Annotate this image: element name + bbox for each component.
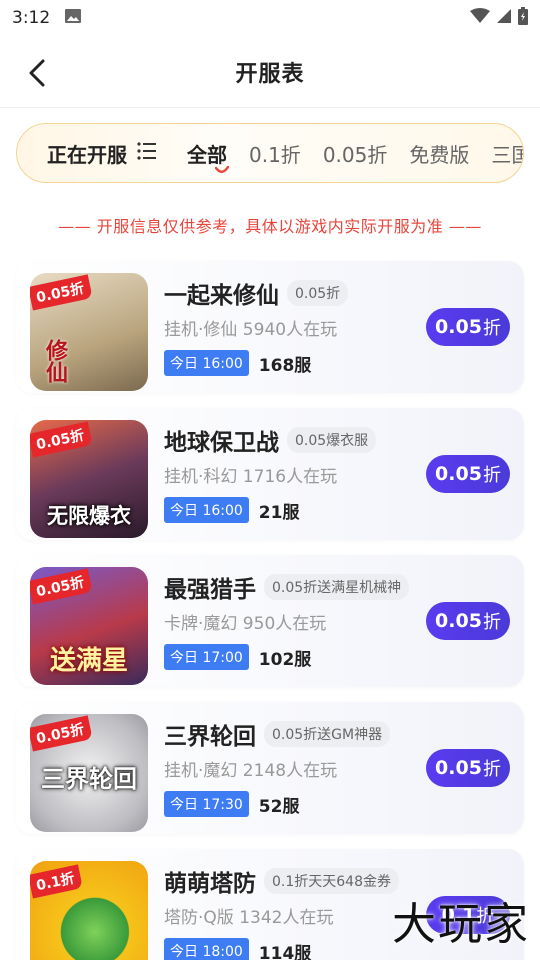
open-time: 今日 18:00 — [164, 938, 249, 960]
tab-free[interactable]: 免费版 — [409, 139, 469, 168]
page-title: 开服表 — [235, 61, 305, 87]
game-name: 最强猎手 — [164, 577, 256, 603]
chevron-left-icon — [29, 59, 45, 87]
thumbnail-title: 无限爆衣 — [47, 504, 131, 528]
tab-all-label: 全部 — [187, 142, 227, 167]
status-bar: 3:12 — [0, 0, 540, 36]
promo-badge: 0.1折天天648金券 — [264, 868, 399, 894]
battery-icon — [518, 6, 528, 30]
game-thumbnail[interactable]: 0.05折 送满星 — [30, 567, 148, 685]
cell-signal-icon — [496, 8, 512, 29]
promo-badge: 0.05折 — [287, 280, 349, 306]
discount-unit: 折 — [482, 465, 501, 486]
game-name: 地球保卫战 — [164, 430, 279, 456]
game-thumbnail[interactable]: 0.05折 修仙 — [30, 273, 148, 391]
thumbnail-discount-tag: 0.1折 — [30, 864, 83, 899]
wifi-icon — [470, 7, 490, 29]
title-bar: 开服表 — [0, 36, 540, 108]
game-card[interactable]: 0.05折 修仙 一起来修仙 0.05折 挂机·修仙 5940人在玩 今日 16… — [16, 261, 524, 393]
server-status-label: 正在开服 — [47, 142, 127, 167]
server-number: 114服 — [258, 943, 312, 960]
tab-three-kingdoms[interactable]: 三国 — [491, 139, 523, 168]
discount-unit: 折 — [482, 759, 501, 780]
list-icon — [137, 141, 157, 165]
game-name: 萌萌塔防 — [164, 871, 256, 897]
status-time: 3:12 — [12, 8, 51, 28]
watermark-logo: 大玩家 — [392, 899, 530, 950]
thumbnail-discount-tag: 0.05折 — [30, 568, 93, 605]
discount-unit: 折 — [482, 318, 501, 339]
discount-value: 0.05 — [435, 610, 482, 632]
discount-button[interactable]: 0.05 折 — [426, 308, 510, 346]
thumbnail-discount-tag: 0.05折 — [30, 274, 93, 311]
open-time: 今日 16:00 — [164, 497, 249, 523]
promo-badge: 0.05爆衣服 — [287, 427, 377, 453]
server-number: 168服 — [258, 355, 312, 376]
thumbnail-discount-tag: 0.05折 — [30, 421, 93, 458]
active-tab-indicator — [215, 165, 229, 173]
thumbnail-title: 修仙 — [42, 339, 67, 383]
game-list: 0.05折 修仙 一起来修仙 0.05折 挂机·修仙 5940人在玩 今日 16… — [0, 237, 540, 960]
image-notification-icon — [64, 8, 82, 29]
game-thumbnail[interactable]: 0.1折 — [30, 861, 148, 960]
server-number: 102服 — [258, 649, 312, 670]
discount-value: 0.05 — [435, 316, 482, 338]
discount-button[interactable]: 0.05 折 — [426, 455, 510, 493]
thumbnail-title: 三界轮回 — [41, 765, 137, 793]
back-button[interactable] — [22, 58, 52, 88]
game-thumbnail[interactable]: 0.05折 无限爆衣 — [30, 420, 148, 538]
game-name: 一起来修仙 — [164, 283, 279, 309]
discount-value: 0.05 — [435, 463, 482, 485]
open-time: 今日 16:00 — [164, 350, 249, 376]
server-number: 52服 — [258, 796, 300, 817]
discount-value: 0.05 — [435, 757, 482, 779]
disclaimer-notice: —— 开服信息仅供参考，具体以游戏内实际开服为准 —— — [58, 217, 482, 236]
game-thumbnail[interactable]: 0.05折 三界轮回 — [30, 714, 148, 832]
discount-button[interactable]: 0.05 折 — [426, 749, 510, 787]
thumbnail-discount-tag: 0.05折 — [30, 715, 93, 752]
server-number: 21服 — [258, 502, 300, 523]
game-card[interactable]: 0.05折 三界轮回 三界轮回 0.05折送GM神器 挂机·魔幻 2148人在玩… — [16, 702, 524, 834]
open-time: 今日 17:30 — [164, 791, 249, 817]
promo-badge: 0.05折送满星机械神 — [264, 574, 410, 600]
tab-0-1-discount[interactable]: 0.1折 — [249, 139, 301, 168]
game-card[interactable]: 0.05折 无限爆衣 地球保卫战 0.05爆衣服 挂机·科幻 1716人在玩 今… — [16, 408, 524, 540]
discount-button[interactable]: 0.05 折 — [426, 602, 510, 640]
thumbnail-title: 送满星 — [49, 646, 128, 676]
discount-unit: 折 — [482, 612, 501, 633]
open-time: 今日 17:00 — [164, 644, 249, 670]
tab-all[interactable]: 全部 — [187, 139, 229, 173]
game-card[interactable]: 0.05折 送满星 最强猎手 0.05折送满星机械神 卡牌·魔幻 950人在玩 … — [16, 555, 524, 687]
promo-badge: 0.05折送GM神器 — [264, 721, 391, 747]
filter-bar: 正在开服 全部 0.1折 0.05折 免费版 三国 — [16, 123, 524, 183]
tab-0-05-discount[interactable]: 0.05折 — [323, 139, 388, 168]
server-status-filter[interactable]: 正在开服 — [47, 139, 157, 168]
game-name: 三界轮回 — [164, 724, 256, 750]
